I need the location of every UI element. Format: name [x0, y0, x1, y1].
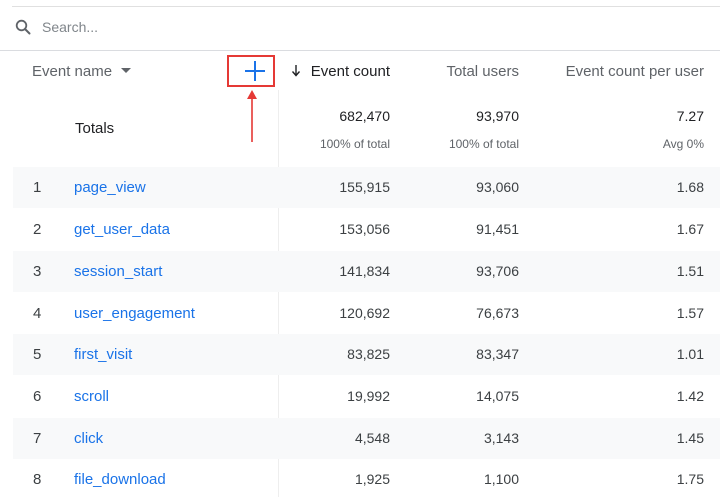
- total-users-cell: 91,451: [476, 221, 519, 237]
- event-count-per-user-header[interactable]: Event count per user: [566, 63, 704, 80]
- ecpu-cell: 1.01: [676, 346, 704, 362]
- annotation-arrow: [247, 90, 257, 142]
- divider: [12, 6, 720, 7]
- row-number: 6: [33, 388, 42, 405]
- ecpu-cell: 1.75: [676, 471, 704, 487]
- event-count-cell: 120,692: [339, 305, 390, 321]
- event-name-link[interactable]: user_engagement: [74, 305, 195, 322]
- plus-icon[interactable]: [243, 60, 267, 82]
- event-name-link[interactable]: first_visit: [74, 346, 132, 363]
- totals-ecpu: 7.27: [676, 108, 704, 124]
- event-count-cell: 4,548: [354, 430, 390, 446]
- event-count-cell: 83,825: [347, 346, 390, 362]
- totals-event-count: 682,470: [339, 108, 390, 124]
- totals-event-count-sub: 100% of total: [319, 137, 390, 151]
- event-name-link[interactable]: file_download: [74, 471, 166, 488]
- table-row: 2 get_user_data 153,056 91,451 1.67: [13, 209, 720, 250]
- row-number: 8: [33, 471, 42, 488]
- event-name-link[interactable]: click: [74, 430, 103, 447]
- table-row: 1 page_view 155,915 93,060 1.68: [13, 167, 720, 208]
- total-users-header[interactable]: Total users: [446, 63, 519, 80]
- totals-total-users: 93,970: [476, 108, 519, 124]
- table-row: 7 click 4,548 3,143 1.45: [13, 418, 720, 459]
- total-users-cell: 83,347: [476, 346, 519, 362]
- row-number: 1: [33, 179, 42, 196]
- row-number: 7: [33, 430, 42, 447]
- totals-total-users-sub: 100% of total: [448, 137, 519, 151]
- table-row: 3 session_start 141,834 93,706 1.51: [13, 251, 720, 292]
- ecpu-cell: 1.57: [676, 305, 704, 321]
- row-number: 3: [33, 263, 42, 280]
- ecpu-cell: 1.68: [676, 179, 704, 195]
- event-count-cell: 1,925: [354, 471, 390, 487]
- ecpu-cell: 1.67: [676, 221, 704, 237]
- total-users-cell: 3,143: [483, 430, 519, 446]
- event-count-cell: 155,915: [339, 179, 390, 195]
- totals-ecpu-sub: Avg 0%: [662, 137, 704, 151]
- ecpu-cell: 1.51: [676, 263, 704, 279]
- totals-label: Totals: [75, 120, 115, 137]
- event-name-link[interactable]: scroll: [74, 388, 109, 405]
- total-users-cell: 1,100: [483, 471, 519, 487]
- total-users-cell: 93,060: [476, 179, 519, 195]
- event-name-header[interactable]: Event name: [32, 63, 112, 80]
- caret-down-icon[interactable]: [121, 68, 131, 74]
- row-number: 4: [33, 305, 42, 322]
- event-count-header[interactable]: Event count: [311, 63, 390, 80]
- total-users-cell: 76,673: [476, 305, 519, 321]
- row-number: 5: [33, 346, 42, 363]
- search-icon: [15, 19, 31, 35]
- ecpu-cell: 1.42: [676, 388, 704, 404]
- event-count-cell: 141,834: [339, 263, 390, 279]
- total-users-cell: 93,706: [476, 263, 519, 279]
- table-row: 4 user_engagement 120,692 76,673 1.57: [13, 293, 720, 334]
- total-users-cell: 14,075: [476, 388, 519, 404]
- row-number: 2: [33, 221, 42, 238]
- event-count-cell: 19,992: [347, 388, 390, 404]
- table-row: 6 scroll 19,992 14,075 1.42: [13, 376, 720, 417]
- sort-down-icon[interactable]: [291, 65, 301, 77]
- event-count-cell: 153,056: [339, 221, 390, 237]
- event-name-link[interactable]: page_view: [74, 179, 146, 196]
- search-bar: [0, 0, 720, 51]
- event-name-link[interactable]: get_user_data: [74, 221, 170, 238]
- table-row: 8 file_download 1,925 1,100 1.75: [13, 459, 720, 500]
- search-input[interactable]: [42, 15, 642, 39]
- ecpu-cell: 1.45: [676, 430, 704, 446]
- table-row: 5 first_visit 83,825 83,347 1.01: [13, 334, 720, 375]
- event-name-link[interactable]: session_start: [74, 263, 162, 280]
